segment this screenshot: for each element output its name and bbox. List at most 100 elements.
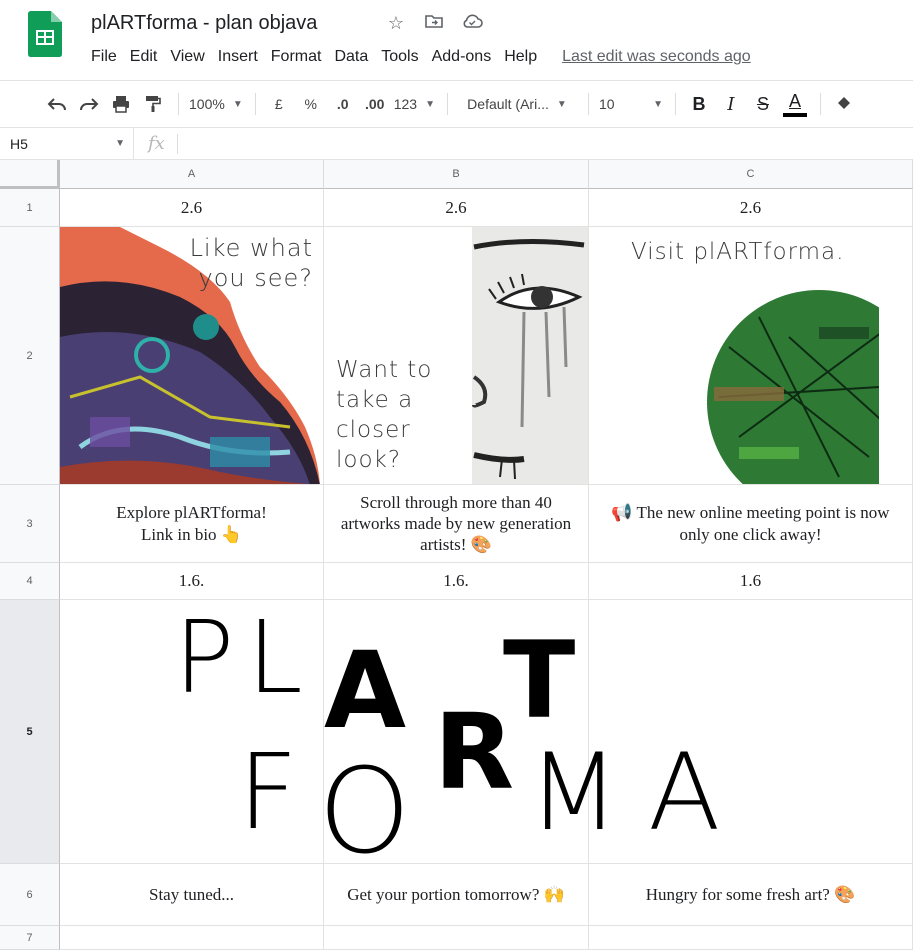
font-size-select[interactable]: 10 ▼: [599, 89, 663, 119]
cell-a2-artwork-image[interactable]: Like what you see?: [60, 227, 324, 485]
bold-button[interactable]: B: [686, 89, 712, 119]
menu-format[interactable]: Format: [271, 46, 329, 68]
b2-caption-line: look?: [336, 447, 402, 473]
menu-insert[interactable]: Insert: [218, 46, 265, 68]
app-header: plARTforma - plan objava ☆ File Edit Vie…: [0, 0, 913, 80]
spreadsheet-grid: A B C 1 2 3 4 5 6 7 2.6 2.6 2.6 Like wha…: [0, 160, 913, 950]
undo-icon[interactable]: [44, 89, 70, 119]
toolbar-divider: [674, 93, 676, 115]
menu-file[interactable]: File: [91, 46, 124, 68]
function-icon: fx: [148, 133, 165, 154]
formula-input[interactable]: [176, 133, 178, 154]
decrease-decimal-button[interactable]: .0: [330, 89, 356, 119]
row-header-4[interactable]: 4: [0, 563, 60, 600]
cell-reference: H5: [10, 135, 28, 152]
cell-c6[interactable]: Hungry for some fresh art? 🎨: [589, 864, 913, 926]
cell-a5[interactable]: [60, 600, 324, 864]
increase-decimal-button[interactable]: .00: [362, 89, 388, 119]
cell-c2-artwork-image[interactable]: Visit plARTforma.: [589, 227, 913, 485]
number-format-label: 123: [393, 96, 418, 112]
menu-tools[interactable]: Tools: [381, 46, 425, 68]
b2-caption-line: closer: [336, 417, 411, 443]
b2-caption: Want to take a closer look?: [336, 355, 432, 475]
formula-bar: H5 ▼ fx: [0, 127, 913, 160]
text-color-label: A: [788, 91, 801, 111]
name-box[interactable]: H5 ▼: [0, 127, 134, 160]
currency-format-button[interactable]: £: [266, 89, 292, 119]
column-header-a[interactable]: A: [60, 160, 324, 189]
chevron-down-icon: ▼: [425, 98, 435, 110]
paint-format-icon[interactable]: [140, 89, 166, 119]
text-color-button[interactable]: A: [782, 89, 808, 119]
select-all-corner[interactable]: [0, 160, 60, 189]
menu-help[interactable]: Help: [504, 46, 544, 68]
font-family-value: Default (Ari...: [467, 96, 549, 112]
b2-caption-line: Want to: [336, 357, 433, 383]
cloud-status-icon[interactable]: [460, 11, 484, 35]
cell-c3[interactable]: 📢 The new online meeting point is now on…: [589, 485, 913, 563]
cell-c4[interactable]: 1.6: [589, 563, 913, 600]
fill-color-icon[interactable]: [831, 89, 857, 119]
cell-a7[interactable]: [60, 926, 324, 950]
chevron-down-icon: ▼: [232, 98, 243, 110]
green-circle-artwork-image: [707, 290, 879, 484]
toolbar-divider: [446, 93, 448, 115]
italic-button[interactable]: I: [718, 89, 744, 119]
print-icon[interactable]: [108, 89, 134, 119]
cell-a3[interactable]: Explore plARTforma! Link in bio 👆: [60, 485, 324, 563]
document-title[interactable]: plARTforma - plan objava: [91, 12, 317, 35]
zoom-select[interactable]: 100% ▼: [189, 89, 243, 119]
cell-b2-artwork-image[interactable]: Want to take a closer look?: [324, 227, 589, 485]
move-to-folder-icon[interactable]: [422, 11, 446, 35]
strikethrough-label: S: [756, 93, 769, 114]
row-header-6[interactable]: 6: [0, 864, 60, 926]
toolbar-divider: [254, 93, 256, 115]
cell-c5[interactable]: [589, 600, 913, 864]
menu-view[interactable]: View: [170, 46, 211, 68]
redo-icon[interactable]: [76, 89, 102, 119]
menu-data[interactable]: Data: [334, 46, 375, 68]
cell-b1[interactable]: 2.6: [324, 189, 589, 227]
menu-edit[interactable]: Edit: [130, 46, 165, 68]
row-header-2[interactable]: 2: [0, 227, 60, 485]
toolbar-divider: [819, 93, 821, 115]
row-header-1[interactable]: 1: [0, 189, 60, 227]
cell-c1[interactable]: 2.6: [589, 189, 913, 227]
row-header-3[interactable]: 3: [0, 485, 60, 563]
toolbar: 100% ▼ £ % .0 .00 123 ▼ Default (Ari... …: [0, 80, 913, 128]
a2-caption-line: you see?: [198, 264, 313, 292]
cell-a6[interactable]: Stay tuned...: [60, 864, 324, 926]
column-header-b[interactable]: B: [324, 160, 589, 189]
star-icon[interactable]: ☆: [384, 11, 408, 35]
cell-c7[interactable]: [589, 926, 913, 950]
menu-add-ons[interactable]: Add-ons: [432, 46, 499, 68]
chevron-down-icon: ▼: [556, 98, 567, 110]
cell-b4[interactable]: 1.6.: [324, 563, 589, 600]
cell-b5[interactable]: [324, 600, 589, 864]
strikethrough-button[interactable]: S: [750, 89, 776, 119]
toolbar-divider: [178, 93, 179, 115]
sheets-logo-icon[interactable]: [28, 11, 62, 57]
cell-b7[interactable]: [324, 926, 589, 950]
text-color-swatch: [782, 113, 807, 117]
cell-b3[interactable]: Scroll through more than 40 artworks mad…: [324, 485, 589, 563]
chevron-down-icon: ▼: [653, 98, 663, 110]
last-edit-link[interactable]: Last edit was seconds ago: [562, 46, 751, 68]
b2-caption-line: take a: [336, 387, 414, 413]
chevron-down-icon: ▼: [115, 138, 125, 149]
row-header-7[interactable]: 7: [0, 926, 60, 950]
font-family-select[interactable]: Default (Ari... ▼: [458, 89, 576, 119]
toolbar-divider: [587, 93, 589, 115]
cell-a4[interactable]: 1.6.: [60, 563, 324, 600]
menu-bar: File Edit View Insert Format Data Tools …: [91, 46, 751, 68]
row-header-5[interactable]: 5: [0, 600, 60, 864]
font-size-value: 10: [598, 96, 615, 112]
cell-b6[interactable]: Get your portion tomorrow? 🙌: [324, 864, 589, 926]
column-header-c[interactable]: C: [589, 160, 913, 189]
increase-decimal-label: .00: [364, 96, 385, 112]
cell-a1[interactable]: 2.6: [60, 189, 324, 227]
percent-format-button[interactable]: %: [298, 89, 324, 119]
a2-caption-line: Like what: [189, 234, 313, 262]
number-format-select[interactable]: 123 ▼: [394, 89, 435, 119]
zoom-value: 100%: [189, 96, 225, 112]
